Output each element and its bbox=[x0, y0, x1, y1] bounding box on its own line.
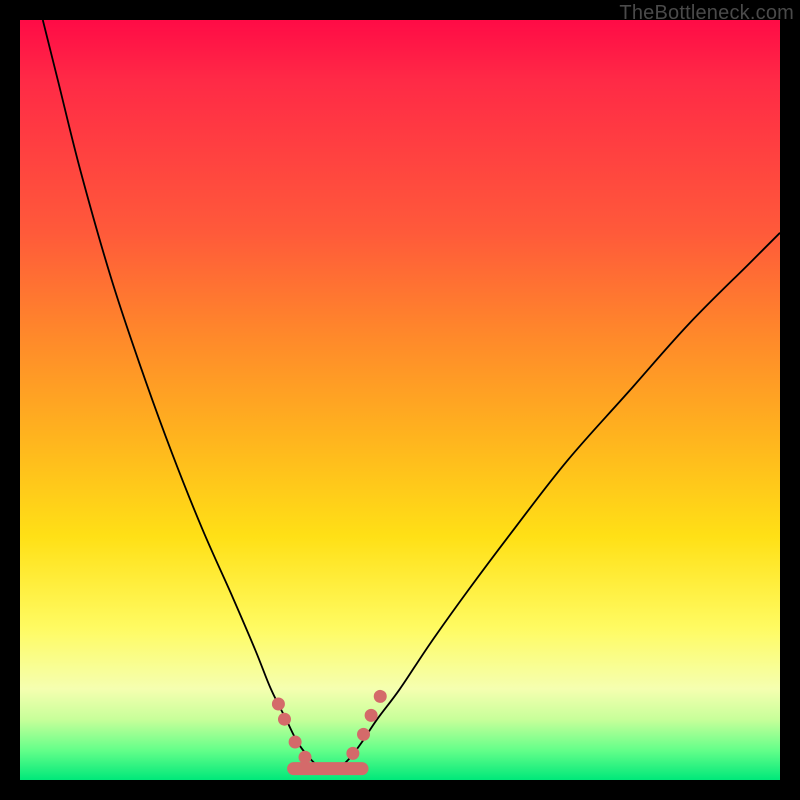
marker-dot bbox=[299, 751, 312, 764]
left-curve bbox=[43, 20, 320, 769]
marker-dot bbox=[278, 713, 291, 726]
marker-dot bbox=[374, 690, 387, 703]
marker-dot bbox=[365, 709, 378, 722]
curves-svg bbox=[20, 20, 780, 780]
right-curve bbox=[339, 233, 780, 769]
marker-group bbox=[272, 690, 387, 764]
marker-dot bbox=[272, 698, 285, 711]
plot-area bbox=[20, 20, 780, 780]
outer-frame: TheBottleneck.com bbox=[0, 0, 800, 800]
marker-dot bbox=[357, 728, 370, 741]
marker-dot bbox=[346, 747, 359, 760]
marker-dot bbox=[289, 736, 302, 749]
watermark-text: TheBottleneck.com bbox=[619, 2, 794, 25]
